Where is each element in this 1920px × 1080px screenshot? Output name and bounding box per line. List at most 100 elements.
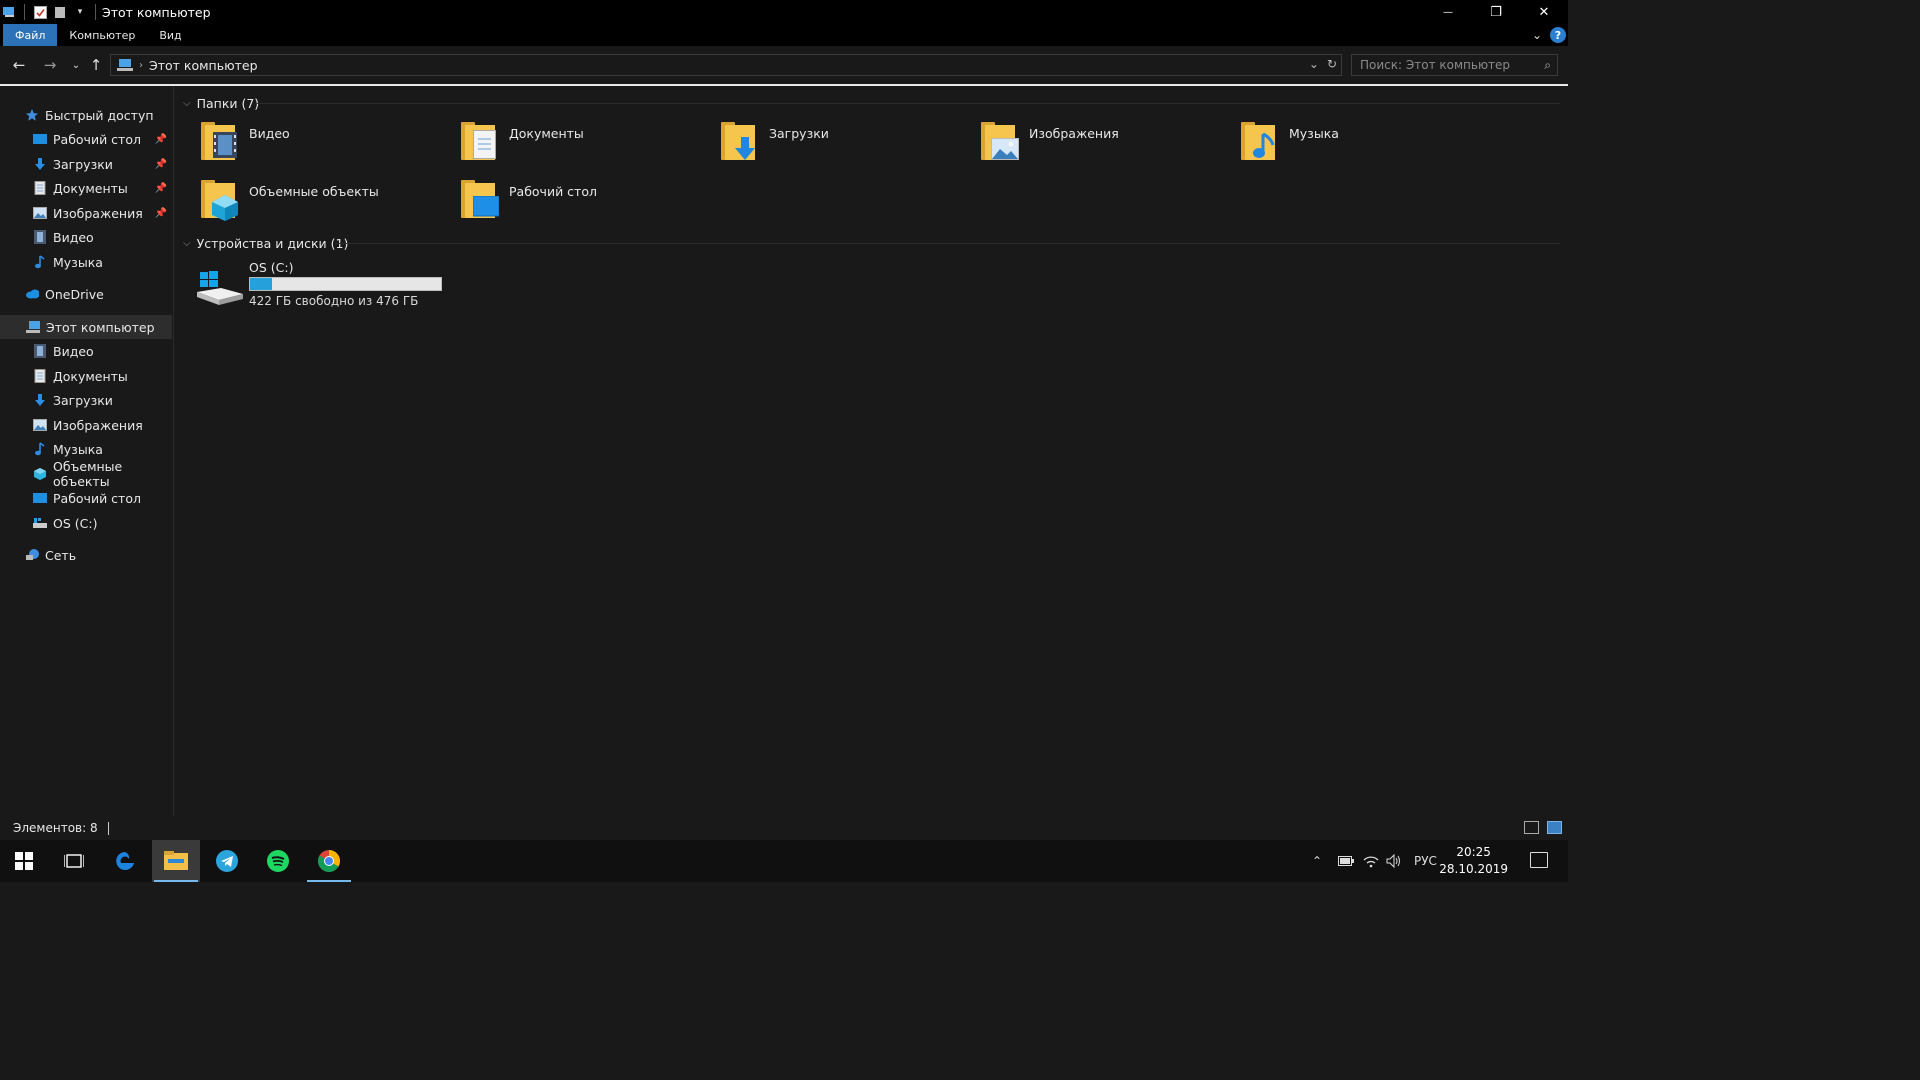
clock-time: 20:25	[1456, 845, 1491, 859]
pin-icon[interactable]: 📌	[155, 134, 167, 145]
this-pc-icon	[117, 58, 133, 72]
recent-locations-icon[interactable]: ⌄	[66, 55, 86, 75]
collapse-chevron-icon[interactable]: ⌵	[183, 98, 191, 109]
search-placeholder: Поиск: Этот компьютер	[1360, 58, 1511, 72]
battery-icon[interactable]	[1338, 840, 1354, 882]
search-icon[interactable]: ⌕	[1544, 58, 1551, 73]
tab-file[interactable]: Файл	[3, 24, 58, 46]
nav-quick-documents[interactable]: Документы 📌	[33, 176, 173, 200]
close-button[interactable]: ✕	[1520, 0, 1568, 24]
drive-tile-c[interactable]: OS (C:) 422 ГБ свободно из 476 ГБ	[195, 258, 455, 310]
breadcrumb-chevron-icon[interactable]: ›	[139, 60, 143, 71]
3d-objects-folder-icon	[201, 180, 238, 221]
item-count: Элементов: 8	[13, 821, 98, 835]
collapse-chevron-icon[interactable]: ⌵	[183, 238, 191, 249]
folder-label: Загрузки	[769, 126, 829, 141]
status-bar: Элементов: 8	[0, 816, 1568, 840]
nav-pc-downloads[interactable]: Загрузки	[33, 388, 173, 412]
restore-button[interactable]: ❐	[1472, 0, 1520, 24]
nav-quick-downloads[interactable]: Загрузки 📌	[33, 152, 173, 176]
folder-tile-3d-objects[interactable]: Объемные объекты	[201, 176, 451, 228]
music-icon	[33, 255, 47, 269]
large-icons-view-icon[interactable]	[1547, 821, 1562, 834]
edge-icon[interactable]	[101, 840, 149, 882]
details-view-icon[interactable]	[1524, 821, 1539, 834]
start-icon[interactable]	[0, 840, 48, 882]
nav-quick-music[interactable]: Музыка	[33, 250, 173, 274]
folder-label: Объемные объекты	[249, 184, 379, 199]
show-hidden-icons-icon[interactable]: ⌃	[1312, 840, 1322, 882]
nav-quick-video[interactable]: Видео	[33, 225, 173, 249]
new-folder-icon[interactable]	[53, 5, 67, 19]
group-divider	[257, 103, 1560, 104]
nav-pc-drive-c[interactable]: OS (C:)	[33, 511, 173, 535]
notifications-icon[interactable]	[1530, 852, 1548, 868]
nav-onedrive[interactable]: OneDrive	[25, 282, 173, 306]
nav-label: Документы	[53, 180, 128, 196]
language-indicator[interactable]: РУС	[1414, 840, 1437, 882]
downloads-icon	[33, 157, 47, 171]
tab-computer[interactable]: Компьютер	[57, 24, 147, 46]
nav-pc-pictures[interactable]: Изображения	[33, 413, 173, 437]
folder-tile-pictures[interactable]: Изображения	[981, 118, 1231, 170]
group-header-folders[interactable]: ⌵ Папки (7)	[183, 94, 259, 112]
pin-icon[interactable]: 📌	[155, 159, 167, 170]
nav-quick-desktop[interactable]: Рабочий стол 📌	[33, 127, 173, 151]
nav-pc-3d-objects[interactable]: Объемные объекты	[33, 459, 173, 489]
desktop-icon	[33, 132, 47, 146]
folder-tile-desktop[interactable]: Рабочий стол	[461, 176, 711, 228]
folder-tile-video[interactable]: Видео	[201, 118, 451, 170]
nav-quick-access[interactable]: Быстрый доступ	[25, 103, 173, 127]
tab-view[interactable]: Вид	[147, 24, 193, 46]
pin-icon[interactable]: 📌	[155, 183, 167, 194]
group-header-devices[interactable]: ⌵ Устройства и диски (1)	[183, 234, 348, 252]
address-bar[interactable]: › Этот компьютер ⌄ ↻	[110, 54, 1342, 76]
nav-quick-pictures[interactable]: Изображения 📌	[33, 201, 173, 225]
breadcrumb[interactable]: Этот компьютер	[149, 58, 258, 73]
folder-tile-downloads[interactable]: Загрузки	[721, 118, 971, 170]
help-icon[interactable]: ?	[1550, 27, 1566, 43]
documents-icon	[33, 369, 47, 383]
pin-icon[interactable]: 📌	[155, 208, 167, 219]
expand-ribbon-icon[interactable]: ⌄	[1532, 28, 1542, 42]
chrome-icon[interactable]	[305, 840, 353, 882]
minimize-button[interactable]: —	[1424, 0, 1472, 24]
nav-label: Видео	[53, 229, 94, 245]
spotify-icon[interactable]	[254, 840, 302, 882]
nav-label: Загрузки	[53, 392, 113, 408]
window-title: Этот компьютер	[102, 4, 211, 20]
cloud-icon	[25, 287, 39, 301]
nav-network[interactable]: Сеть	[25, 543, 173, 567]
network-icon	[25, 548, 39, 562]
telegram-icon[interactable]	[203, 840, 251, 882]
refresh-icon[interactable]: ↻	[1327, 57, 1337, 71]
nav-pc-video[interactable]: Видео	[33, 339, 173, 363]
customize-toolbar-icon[interactable]: ▾	[73, 5, 87, 19]
folder-tile-music[interactable]: Музыка	[1241, 118, 1491, 170]
nav-pc-music[interactable]: Музыка	[33, 437, 173, 461]
nav-label: Объемные объекты	[53, 459, 123, 489]
pictures-icon	[33, 206, 47, 220]
folder-tile-documents[interactable]: Документы	[461, 118, 711, 170]
address-dropdown-icon[interactable]: ⌄	[1309, 57, 1319, 71]
nav-label: OS (C:)	[53, 515, 98, 531]
back-icon[interactable]: ←	[9, 55, 29, 75]
address-row: ← → ⌄ ↑ › Этот компьютер ⌄ ↻ Поиск: Этот…	[0, 46, 1568, 84]
title-bar: ▾ Этот компьютер — ❐ ✕	[0, 0, 1568, 24]
properties-icon[interactable]	[33, 5, 47, 19]
clock[interactable]: 20:25 28.10.2019	[1439, 844, 1508, 878]
group-title: Устройства и диски (1)	[196, 235, 349, 251]
wifi-icon[interactable]	[1363, 840, 1379, 882]
nav-pc-desktop[interactable]: Рабочий стол	[33, 486, 173, 510]
nav-pc-documents[interactable]: Документы	[33, 364, 173, 388]
task-view-icon[interactable]	[50, 840, 98, 882]
search-input[interactable]: Поиск: Этот компьютер ⌕	[1351, 54, 1558, 76]
toolbar-divider	[95, 4, 96, 20]
music-folder-icon	[1241, 122, 1275, 160]
up-icon[interactable]: ↑	[86, 55, 106, 75]
volume-icon[interactable]	[1386, 840, 1402, 882]
this-pc-app-icon[interactable]	[2, 5, 16, 19]
forward-icon[interactable]: →	[40, 55, 60, 75]
nav-this-pc[interactable]: Этот компьютер	[0, 315, 172, 339]
file-explorer-icon[interactable]	[152, 840, 200, 882]
